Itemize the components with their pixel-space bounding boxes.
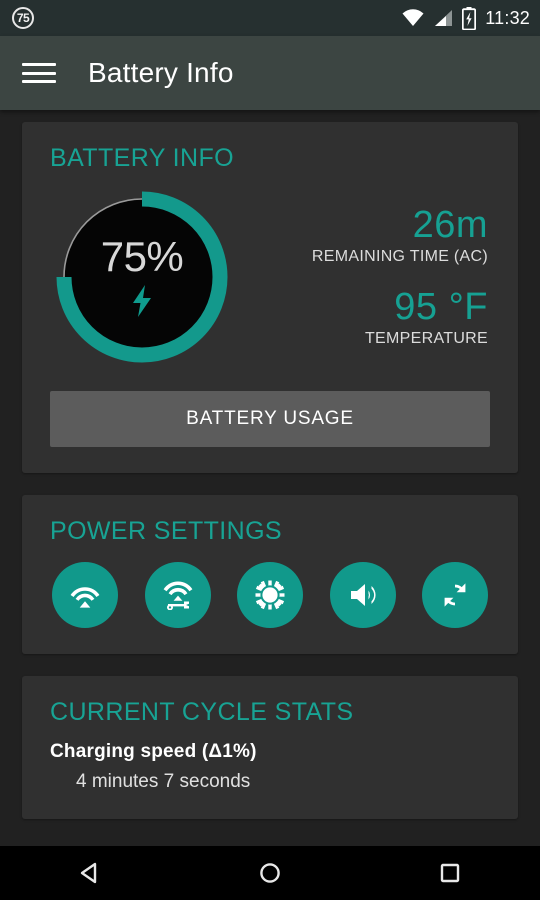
battery-info-card: BATTERY INFO 75% 26m REMAINING TIME (AC)… bbox=[22, 122, 518, 473]
hamburger-menu-icon[interactable] bbox=[22, 60, 56, 86]
battery-charging-icon bbox=[462, 6, 477, 30]
brightness-toggle[interactable] bbox=[237, 562, 303, 628]
sync-refresh-icon bbox=[444, 583, 466, 607]
battery-stats-column: 26m REMAINING TIME (AC) 95 °F TEMPERATUR… bbox=[311, 204, 490, 348]
power-settings-card: POWER SETTINGS bbox=[22, 495, 518, 654]
cycle-stats-card: CURRENT CYCLE STATS Charging speed (Δ1%)… bbox=[22, 676, 518, 819]
back-button[interactable] bbox=[54, 846, 126, 900]
battery-percent-notification-icon: 75 bbox=[12, 7, 34, 29]
battery-usage-button[interactable]: BATTERY USAGE bbox=[50, 391, 490, 447]
recents-square-icon bbox=[440, 863, 460, 883]
wifi-icon bbox=[402, 9, 424, 26]
wifi-wrench-icon bbox=[163, 581, 192, 610]
battery-level-gauge: 75% bbox=[52, 187, 232, 367]
scroll-content[interactable]: BATTERY INFO 75% 26m REMAINING TIME (AC)… bbox=[0, 110, 540, 846]
lightning-bolt-icon bbox=[133, 285, 151, 317]
power-settings-title: POWER SETTINGS bbox=[50, 517, 283, 545]
android-navigation-bar bbox=[0, 846, 540, 900]
gauge-center-content: 75% bbox=[52, 187, 232, 367]
page-title: Battery Info bbox=[88, 57, 234, 88]
cycle-stats-title: CURRENT CYCLE STATS bbox=[50, 698, 354, 726]
app-bar: Battery Info bbox=[0, 36, 540, 110]
brightness-sun-icon bbox=[255, 580, 285, 610]
remaining-time-label: REMAINING TIME (AC) bbox=[311, 248, 488, 265]
power-toggles-row bbox=[50, 562, 490, 628]
wifi-settings-toggle[interactable] bbox=[144, 562, 211, 628]
status-bar: 75 11:32 bbox=[0, 0, 540, 36]
home-button[interactable] bbox=[234, 846, 306, 900]
home-circle-icon bbox=[260, 863, 280, 883]
charging-speed-value: 4 minutes 7 seconds bbox=[76, 771, 251, 792]
battery-percent-label: 75% bbox=[100, 233, 184, 280]
battery-info-title: BATTERY INFO bbox=[50, 144, 234, 172]
volume-up-icon bbox=[350, 584, 376, 606]
sync-toggle[interactable] bbox=[422, 562, 488, 628]
status-bar-right: 11:32 bbox=[402, 6, 530, 30]
app-screen: 75 11:32 Battery Info BATTERY INFO 75% 2… bbox=[0, 0, 540, 900]
recents-button[interactable] bbox=[414, 846, 486, 900]
temperature-label: TEMPERATURE bbox=[364, 329, 488, 347]
back-triangle-icon bbox=[80, 862, 97, 884]
clock: 11:32 bbox=[485, 7, 530, 28]
status-bar-left: 75 bbox=[12, 7, 34, 29]
wifi-toggle[interactable] bbox=[52, 562, 118, 628]
battery-info-row: 75% 26m REMAINING TIME (AC) 95 °F TEMPER… bbox=[50, 187, 490, 367]
temperature-value: 95 °F bbox=[394, 286, 488, 328]
volume-toggle[interactable] bbox=[329, 562, 396, 628]
cycle-stat-entry: Charging speed (Δ1%) 4 minutes 7 seconds bbox=[50, 741, 490, 793]
wifi-icon bbox=[70, 586, 100, 608]
cell-signal-icon bbox=[435, 10, 453, 26]
charging-speed-label: Charging speed (Δ1%) bbox=[50, 741, 257, 762]
remaining-time-value: 26m bbox=[412, 204, 488, 247]
stats-spacer bbox=[312, 266, 488, 288]
